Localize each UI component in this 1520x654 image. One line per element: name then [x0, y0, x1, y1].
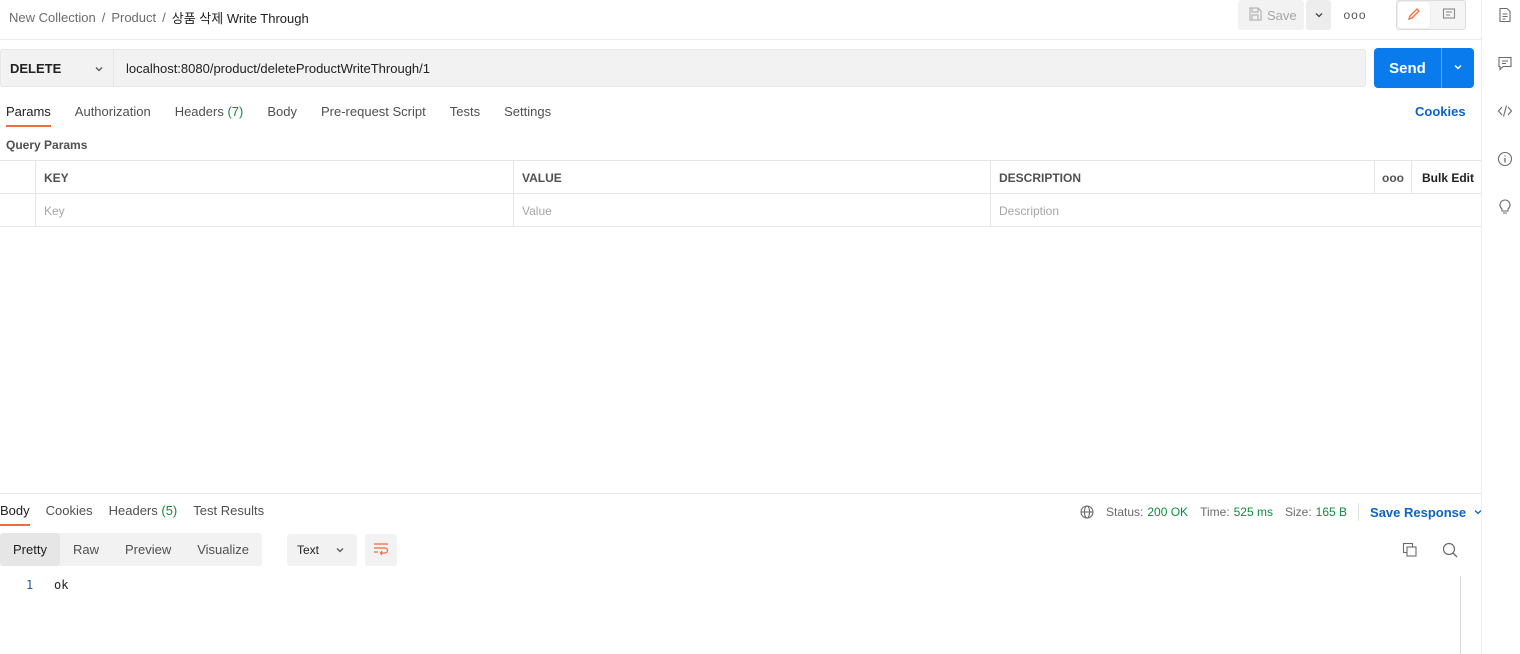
format-visualize[interactable]: Visualize: [184, 533, 262, 566]
tab-prerequest-script[interactable]: Pre-request Script: [321, 104, 426, 128]
status-value[interactable]: 200 OK: [1147, 505, 1188, 519]
breadcrumb-folder[interactable]: Product: [111, 10, 156, 25]
search-icon[interactable]: [1441, 541, 1459, 559]
format-preview[interactable]: Preview: [112, 533, 184, 566]
response-tabs: Body Cookies Headers (5) Test Results: [0, 503, 280, 527]
save-button[interactable]: Save: [1238, 0, 1304, 30]
tab-headers-label: Headers: [174, 104, 224, 119]
chevron-down-icon: [94, 62, 104, 77]
language-label: Text: [297, 543, 320, 557]
time-value[interactable]: 525 ms: [1234, 505, 1273, 519]
right-context-bar: [1481, 0, 1520, 654]
format-raw[interactable]: Raw: [60, 533, 112, 566]
tab-tests[interactable]: Tests: [450, 104, 480, 128]
copy-icon[interactable]: [1401, 541, 1419, 559]
column-header-value: VALUE: [513, 161, 990, 194]
format-pretty[interactable]: Pretty: [0, 533, 60, 566]
more-actions-button[interactable]: ooo: [1342, 6, 1368, 24]
response-tab-test-results[interactable]: Test Results: [193, 503, 264, 527]
tab-settings[interactable]: Settings: [504, 104, 551, 128]
documentation-icon[interactable]: [1497, 7, 1513, 23]
cookies-link[interactable]: Cookies: [1415, 104, 1466, 119]
table-header-row: KEY VALUE DESCRIPTION ooo Bulk Edit: [0, 161, 1481, 194]
tab-headers-count: (7): [227, 104, 244, 119]
column-options-button[interactable]: ooo: [1374, 161, 1411, 194]
tab-body[interactable]: Body: [267, 104, 297, 128]
view-mode-toggle: [1396, 0, 1466, 30]
url-input[interactable]: localhost:8080/product/deleteProductWrit…: [113, 49, 1366, 87]
request-editor: New Collection / Product / 상품 삭제 Write T…: [0, 0, 1483, 654]
response-body-code[interactable]: 1 ok: [0, 576, 1461, 654]
code-snippet-icon[interactable]: [1497, 103, 1513, 119]
query-params-title: Query Params: [6, 138, 88, 152]
save-icon: [1248, 6, 1262, 24]
breadcrumb: New Collection / Product / 상품 삭제 Write T…: [9, 8, 309, 27]
row-checkbox-cell: [0, 194, 35, 227]
table-row: Key Value Description: [0, 194, 1481, 227]
send-button-group: Send: [1374, 48, 1474, 88]
table-header-checkbox-cell: [0, 161, 35, 194]
wrap-lines-icon: [373, 542, 389, 559]
param-description-input[interactable]: Description: [990, 194, 1374, 227]
response-tab-headers-label: Headers: [108, 503, 158, 518]
chevron-down-icon: [335, 544, 345, 558]
tab-params[interactable]: Params: [6, 104, 51, 128]
response-meta: Status: 200 OK Time: 525 ms Size: 165 B …: [1080, 503, 1483, 521]
documentation-mode-button[interactable]: [1434, 2, 1464, 28]
wrap-lines-button[interactable]: [365, 534, 397, 566]
response-format-group: Pretty Raw Preview Visualize: [0, 533, 263, 566]
param-key-input[interactable]: Key: [35, 194, 513, 227]
chevron-down-icon: [1452, 61, 1464, 76]
meta-divider: [1358, 503, 1360, 521]
time-label: Time:: [1200, 505, 1230, 519]
tab-headers[interactable]: Headers (7): [175, 104, 244, 128]
query-params-table: KEY VALUE DESCRIPTION ooo Bulk Edit Key …: [0, 160, 1481, 227]
code-line: ok: [54, 578, 69, 592]
send-button[interactable]: Send: [1374, 48, 1441, 88]
column-header-description: DESCRIPTION: [990, 161, 1374, 194]
globe-icon[interactable]: [1080, 505, 1094, 519]
breadcrumb-separator: /: [101, 10, 106, 25]
lightbulb-icon[interactable]: [1497, 199, 1513, 215]
response-tab-cookies[interactable]: Cookies: [46, 503, 93, 527]
pencil-icon: [1407, 7, 1421, 24]
tab-authorization[interactable]: Authorization: [75, 104, 151, 128]
comment-doc-icon: [1442, 7, 1456, 24]
status-label: Status:: [1106, 505, 1144, 519]
info-icon[interactable]: [1497, 151, 1513, 167]
edit-mode-button[interactable]: [1398, 2, 1430, 28]
param-value-input[interactable]: Value: [513, 194, 990, 227]
response-tab-headers[interactable]: Headers (5): [109, 503, 178, 527]
breadcrumb-collection[interactable]: New Collection: [9, 10, 96, 25]
comments-icon[interactable]: [1497, 55, 1513, 71]
request-tabs: Params Authorization Headers (7) Body Pr…: [6, 104, 575, 128]
bulk-edit-button[interactable]: Bulk Edit: [1411, 161, 1481, 194]
request-name[interactable]: 상품 삭제 Write Through: [172, 8, 309, 27]
save-dropdown-button[interactable]: [1306, 0, 1331, 30]
send-dropdown-button[interactable]: [1442, 48, 1474, 88]
request-header: New Collection / Product / 상품 삭제 Write T…: [0, 0, 1481, 40]
response-tab-body[interactable]: Body: [0, 503, 30, 527]
response-tab-headers-count: (5): [161, 503, 178, 518]
save-label: Save: [1267, 7, 1297, 23]
size-value[interactable]: 165 B: [1316, 505, 1347, 519]
code-scrollbar[interactable]: [1460, 576, 1461, 654]
column-header-key: KEY: [35, 161, 513, 194]
chevron-down-icon: [1314, 8, 1324, 23]
breadcrumb-separator: /: [162, 10, 166, 25]
size-label: Size:: [1284, 505, 1312, 519]
response-language-select[interactable]: Text: [287, 534, 357, 566]
method-label: DELETE: [10, 60, 62, 76]
save-response-button[interactable]: Save Response: [1370, 505, 1466, 520]
line-number: 1: [26, 578, 34, 592]
response-bar: Body Cookies Headers (5) Test Results St…: [0, 493, 1483, 527]
method-select[interactable]: DELETE: [0, 49, 113, 87]
